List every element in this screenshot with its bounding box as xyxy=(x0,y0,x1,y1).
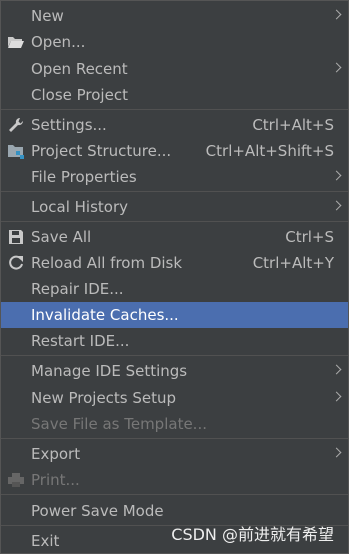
menu-separator xyxy=(1,191,348,192)
menu-item-label: Invalidate Caches... xyxy=(31,306,179,324)
submenu-arrow-icon xyxy=(331,447,342,458)
menu-item-export[interactable]: Export xyxy=(1,441,348,467)
submenu-arrow-icon xyxy=(331,9,342,20)
menu-item-close-project[interactable]: Close Project xyxy=(1,82,348,108)
project-structure-icon xyxy=(8,145,24,159)
menu-separator xyxy=(1,494,348,495)
menu-item-label: Manage IDE Settings xyxy=(31,362,188,380)
watermark-text: CSDN @前进就有希望 xyxy=(171,525,334,544)
menu-item-label: Power Save Mode xyxy=(31,502,164,520)
menu-item-print: Print... xyxy=(1,467,348,493)
menu-item-label: File Properties xyxy=(31,168,137,186)
menu-item-label: Project Structure... xyxy=(31,142,172,160)
save-icon xyxy=(9,230,23,244)
reload-icon xyxy=(9,255,23,270)
menu-separator xyxy=(1,438,348,439)
menu-item-shortcut: Ctrl+Alt+Y xyxy=(252,254,334,272)
menu-item-shortcut: Ctrl+Alt+S xyxy=(252,116,334,134)
menu-item-label: Print... xyxy=(31,471,80,489)
menu-item-label: Reload All from Disk xyxy=(31,254,183,272)
menu-item-new-projects-setup[interactable]: New Projects Setup xyxy=(1,385,348,411)
menu-item-local-history[interactable]: Local History xyxy=(1,194,348,220)
menu-item-project-structure[interactable]: Project Structure... Ctrl+Alt+Shift+S xyxy=(1,138,348,164)
menu-item-manage-ide-settings[interactable]: Manage IDE Settings xyxy=(1,358,348,384)
menu-item-file-properties[interactable]: File Properties xyxy=(1,164,348,190)
folder-open-icon xyxy=(8,37,24,48)
menu-item-reload-all[interactable]: Reload All from Disk Ctrl+Alt+Y xyxy=(1,250,348,276)
menu-item-label: New xyxy=(31,7,64,25)
menu-item-power-save-mode[interactable]: Power Save Mode xyxy=(1,498,348,524)
menu-item-save-file-as-template: Save File as Template... xyxy=(1,411,348,437)
menu-item-shortcut: Ctrl+S xyxy=(285,228,334,246)
menu-item-label: Save File as Template... xyxy=(31,415,207,433)
menu-item-label: Open... xyxy=(31,33,86,51)
menu-item-open[interactable]: Open... xyxy=(1,29,348,55)
menu-item-label: Restart IDE... xyxy=(31,332,130,350)
menu-item-invalidate-caches[interactable]: Invalidate Caches... xyxy=(1,302,348,328)
menu-item-settings[interactable]: Settings... Ctrl+Alt+S xyxy=(1,112,348,138)
menu-separator xyxy=(1,221,348,222)
wrench-icon xyxy=(9,117,24,132)
menu-item-label: Export xyxy=(31,445,81,463)
menu-item-label: New Projects Setup xyxy=(31,389,177,407)
submenu-arrow-icon xyxy=(331,200,342,211)
submenu-arrow-icon xyxy=(331,391,342,402)
file-menu: New Open... Open Recent Close Project Se… xyxy=(0,0,349,554)
menu-item-label: Settings... xyxy=(31,116,107,134)
menu-separator xyxy=(1,355,348,356)
menu-item-label: Exit xyxy=(31,532,60,550)
menu-separator xyxy=(1,109,348,110)
menu-item-save-all[interactable]: Save All Ctrl+S xyxy=(1,224,348,250)
menu-item-open-recent[interactable]: Open Recent xyxy=(1,56,348,82)
menu-item-new[interactable]: New xyxy=(1,3,348,29)
printer-icon xyxy=(8,473,24,487)
menu-item-label: Save All xyxy=(31,228,92,246)
menu-item-label: Repair IDE... xyxy=(31,280,124,298)
menu-item-label: Local History xyxy=(31,198,129,216)
submenu-arrow-icon xyxy=(331,170,342,181)
menu-item-restart-ide[interactable]: Restart IDE... xyxy=(1,328,348,354)
menu-item-label: Open Recent xyxy=(31,60,128,78)
menu-item-label: Close Project xyxy=(31,86,128,104)
submenu-arrow-icon xyxy=(331,62,342,73)
menu-item-shortcut: Ctrl+Alt+Shift+S xyxy=(205,142,334,160)
submenu-arrow-icon xyxy=(331,364,342,375)
menu-item-repair-ide[interactable]: Repair IDE... xyxy=(1,276,348,302)
